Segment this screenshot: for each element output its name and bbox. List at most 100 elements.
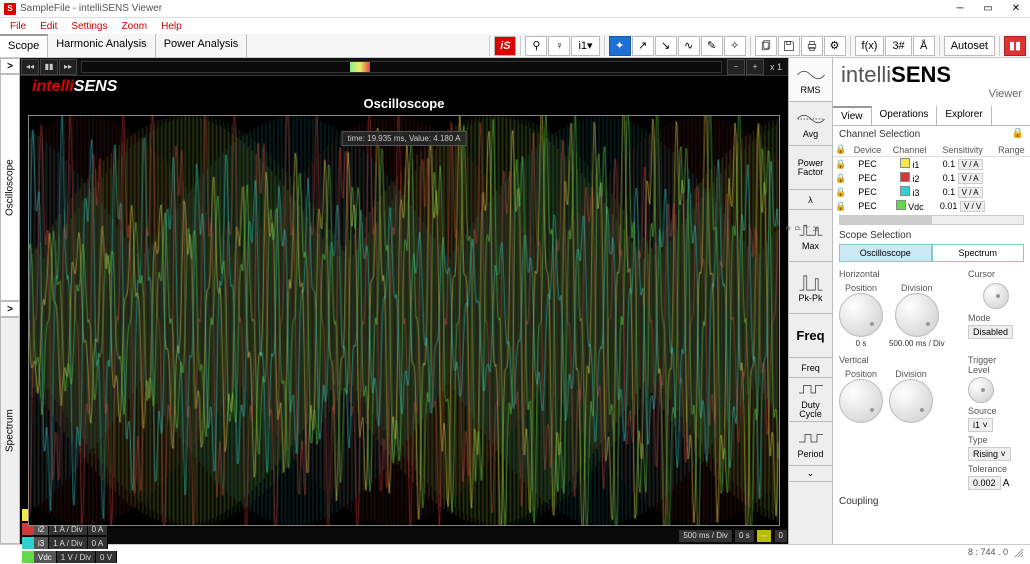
left-tab-oscilloscope[interactable]: Oscilloscope — [0, 74, 20, 301]
knob-hdiv[interactable] — [895, 293, 939, 337]
zoom-out-button[interactable]: − — [727, 59, 745, 75]
measure-freq[interactable]: Freq — [789, 358, 832, 378]
measure-lambda[interactable]: λ — [789, 190, 832, 210]
table-row[interactable]: 🔒 PEC Vdc 0.01 V / V — [833, 199, 1030, 213]
tab-harmonic[interactable]: Harmonic Analysis — [48, 34, 155, 57]
measure-duty[interactable]: Duty Cycle — [789, 378, 832, 422]
row-lock[interactable]: 🔒 — [833, 185, 848, 199]
cursor-tool-button[interactable]: ✦ — [609, 36, 631, 56]
seg-oscilloscope[interactable]: Oscilloscope — [839, 244, 932, 262]
measure-tool-button[interactable]: ∿ — [678, 36, 700, 56]
collapse-mid-button[interactable]: > — [0, 301, 20, 317]
scope-canvas[interactable] — [28, 115, 780, 526]
timebase-f[interactable]: 0 — [775, 530, 788, 542]
marker-button[interactable]: ♀ — [548, 36, 570, 56]
pause-record-button[interactable]: ▮▮ — [1004, 36, 1026, 56]
label-vdiv: Division — [895, 369, 927, 379]
zoom-tool-button[interactable]: ↗ — [632, 36, 654, 56]
table-row[interactable]: 🔒 PEC i1 0.1 V / A — [833, 157, 1030, 172]
rtab-operations[interactable]: Operations — [872, 106, 938, 125]
annotate-tool-button[interactable]: ✧ — [724, 36, 746, 56]
field-tolerance[interactable]: 0.002 — [968, 476, 1001, 490]
collapse-top-button[interactable]: > — [0, 58, 20, 74]
menu-settings[interactable]: Settings — [65, 20, 113, 33]
forward-button[interactable]: ▸▸ — [59, 59, 77, 75]
timebase-f-icon[interactable]: ⎓ — [757, 530, 772, 542]
channel-badge[interactable]: i3 1 A / Div 0 A — [22, 536, 117, 550]
channel-selector[interactable]: i1 ▾ — [571, 36, 599, 56]
menu-file[interactable]: File — [4, 20, 32, 33]
rewind-button[interactable]: ◂◂ — [21, 59, 39, 75]
menubar: File Edit Settings Zoom Help — [0, 18, 1030, 34]
field-source[interactable]: i1 ˅ — [968, 418, 993, 432]
copy-button[interactable] — [755, 36, 777, 56]
fx-button[interactable]: f(x) — [855, 36, 885, 56]
channel-badge[interactable]: Vdc 1 V / Div 0 V — [22, 550, 117, 564]
close-button[interactable]: ✕ — [1002, 0, 1030, 18]
section-scope-selection: Scope Selection — [833, 227, 1030, 244]
field-mode[interactable]: Disabled — [968, 325, 1013, 339]
measure-freq-big[interactable]: Freq — [789, 314, 832, 358]
num-button[interactable]: 3# — [885, 36, 911, 56]
zoom-in-button[interactable]: + — [746, 59, 764, 75]
menu-zoom[interactable]: Zoom — [116, 20, 154, 33]
label-tolerance-unit: A — [1003, 478, 1010, 489]
knob-level[interactable] — [968, 377, 994, 403]
channel-scroll[interactable] — [839, 215, 1024, 225]
measure-rms[interactable]: RMS — [789, 58, 832, 102]
save-button[interactable] — [778, 36, 800, 56]
rtab-view[interactable]: View — [833, 106, 872, 125]
timebase-div[interactable]: 500 ms / Div — [679, 530, 732, 542]
minimize-button[interactable]: ─ — [946, 0, 974, 18]
resize-grip[interactable] — [1012, 546, 1024, 558]
draw-tool-button[interactable]: ✎ — [701, 36, 723, 56]
pause-button[interactable]: ▮▮ — [40, 59, 58, 75]
table-row[interactable]: 🔒 PEC i2 0.1 V / A — [833, 171, 1030, 185]
measure-max[interactable]: Max — [789, 210, 832, 262]
knob-hpos[interactable] — [839, 293, 883, 337]
measure-period[interactable]: Period — [789, 422, 832, 466]
maximize-button[interactable]: ▭ — [974, 0, 1002, 18]
lock-icon[interactable]: 🔒 — [1012, 128, 1024, 139]
row-lock[interactable]: 🔒 — [833, 157, 848, 172]
label-hdiv: Division — [901, 283, 933, 293]
timeline-track[interactable] — [81, 61, 722, 73]
scope-brand: intelliSENS — [20, 76, 788, 98]
print-button[interactable] — [801, 36, 823, 56]
timebase-off[interactable]: 0 s — [735, 530, 755, 542]
row-device: PEC — [848, 171, 886, 185]
app-icon: S — [4, 3, 16, 15]
pan-tool-button[interactable]: ↘ — [655, 36, 677, 56]
settings-button[interactable]: ⚙ — [824, 36, 846, 56]
label-vertical: Vertical — [839, 355, 964, 365]
field-type[interactable]: Rising ˅ — [968, 447, 1011, 461]
measure-pkpk[interactable]: Pk-Pk — [789, 262, 832, 314]
row-sens: 0.01 V / V — [932, 199, 992, 213]
brand-icon[interactable]: iS — [494, 36, 516, 56]
label-vpos: Position — [845, 369, 877, 379]
measure-expand[interactable]: ⌄ — [789, 466, 832, 482]
measure-avg[interactable]: Avg — [789, 102, 832, 146]
autoset-button[interactable]: Autoset — [944, 36, 995, 56]
knob-vdiv[interactable] — [889, 379, 933, 423]
brand-prefix-2: intelli — [841, 62, 891, 87]
rtab-explorer[interactable]: Explorer — [937, 106, 991, 125]
row-device: PEC — [848, 157, 886, 172]
seg-spectrum[interactable]: Spectrum — [932, 244, 1025, 262]
measure-power-factor[interactable]: Power Factor — [789, 146, 832, 190]
probe-button[interactable]: ⚲ — [525, 36, 547, 56]
row-lock[interactable]: 🔒 — [833, 171, 848, 185]
tab-scope[interactable]: Scope — [0, 34, 48, 57]
table-row[interactable]: 🔒 PEC i3 0.1 V / A — [833, 185, 1030, 199]
channel-div: 1 V / Div — [57, 551, 96, 563]
row-lock[interactable]: 🔒 — [833, 199, 848, 213]
knob-vpos[interactable] — [839, 379, 883, 423]
caliper-button[interactable]: Å — [913, 36, 935, 56]
knob-cursor[interactable] — [983, 283, 1009, 309]
tab-power[interactable]: Power Analysis — [156, 34, 248, 57]
menu-help[interactable]: Help — [155, 20, 188, 33]
label-horizontal: Horizontal — [839, 269, 964, 279]
left-tab-spectrum[interactable]: Spectrum — [0, 317, 20, 544]
menu-edit[interactable]: Edit — [34, 20, 63, 33]
channel-swatch — [22, 551, 34, 563]
